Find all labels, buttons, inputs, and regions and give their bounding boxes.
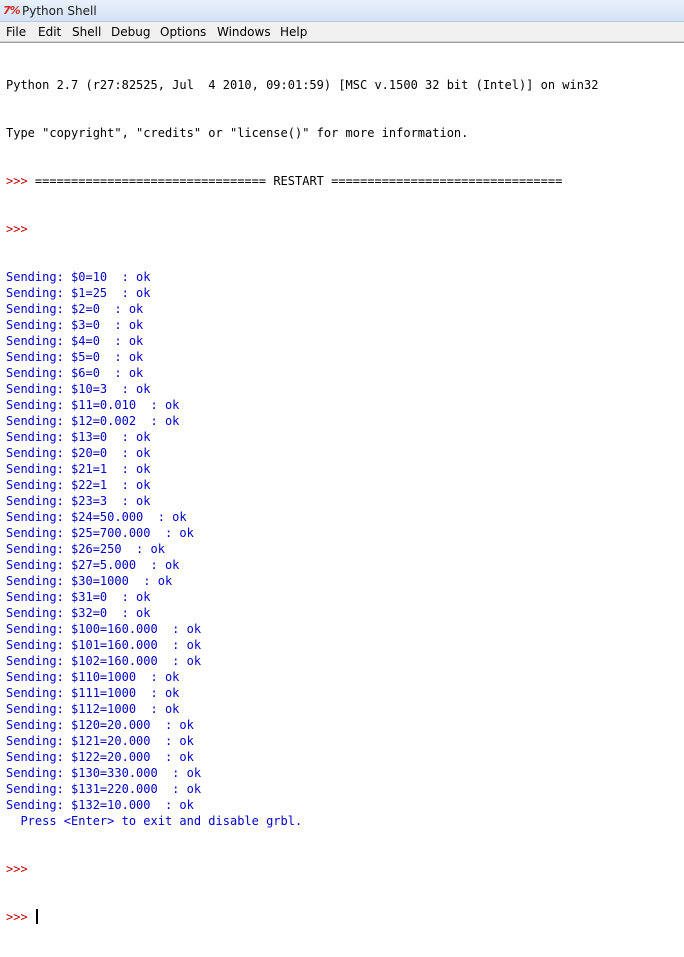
output-line: Sending: $11=0.010 : ok <box>6 398 180 412</box>
banner-line: Python 2.7 (r27:82525, Jul 4 2010, 09:01… <box>6 78 599 92</box>
output-line: Sending: $4=0 : ok <box>6 334 144 348</box>
output-line: Sending: $131=220.000 : ok <box>6 782 202 796</box>
shell-text-area[interactable]: Python 2.7 (r27:82525, Jul 4 2010, 09:01… <box>0 42 684 924</box>
shell-prompt: >>> <box>6 222 28 236</box>
output-line: Sending: $26=250 : ok <box>6 542 165 556</box>
text-cursor <box>35 909 38 924</box>
shell-prompt: >>> <box>6 910 28 924</box>
output-line: Sending: $23=3 : ok <box>6 494 151 508</box>
shell-prompt: >>> <box>6 862 28 876</box>
output-line: Sending: $132=10.000 : ok <box>6 798 194 812</box>
output-line: Sending: $22=1 : ok <box>6 478 151 492</box>
menu-file[interactable]: File <box>6 24 26 40</box>
banner-line: Type "copyright", "credits" or "license(… <box>6 126 469 140</box>
window-title: Python Shell <box>22 4 97 18</box>
python-idle-icon: 7% <box>3 4 21 17</box>
input-line[interactable]: >>> <box>6 909 598 925</box>
output-line: Sending: $100=160.000 : ok <box>6 622 202 636</box>
menu-help[interactable]: Help <box>280 24 307 40</box>
output-line: Sending: $102=160.000 : ok <box>6 654 202 668</box>
output-line: Sending: $24=50.000 : ok <box>6 510 187 524</box>
output-line: Sending: $130=330.000 : ok <box>6 766 202 780</box>
output-line: Sending: $122=20.000 : ok <box>6 750 194 764</box>
output-line: Sending: $112=1000 : ok <box>6 702 180 716</box>
output-line: Sending: $25=700.000 : ok <box>6 526 194 540</box>
output-line: Sending: $120=20.000 : ok <box>6 718 194 732</box>
menu-windows[interactable]: Windows <box>217 24 271 40</box>
menu-edit[interactable]: Edit <box>38 24 61 40</box>
output-line: Sending: $12=0.002 : ok <box>6 414 180 428</box>
restart-separator: ================================ RESTART… <box>27 174 563 188</box>
menu-bar: File Edit Shell Debug Options Windows He… <box>0 22 684 42</box>
output-line: Sending: $3=0 : ok <box>6 318 144 332</box>
menu-shell[interactable]: Shell <box>72 24 101 40</box>
shell-prompt: >>> <box>6 174 28 188</box>
output-block: Sending: $0=10 : ok Sending: $1=25 : ok Se… <box>6 269 598 829</box>
output-line: Sending: $6=0 : ok <box>6 366 144 380</box>
title-bar[interactable]: 7% Python Shell <box>0 0 684 22</box>
output-line: Sending: $32=0 : ok <box>6 606 151 620</box>
menu-debug[interactable]: Debug <box>111 24 150 40</box>
restart-line: >>> ================================ RES… <box>6 173 598 189</box>
shell-lines: Python 2.7 (r27:82525, Jul 4 2010, 09:01… <box>6 45 598 957</box>
output-line: Sending: $121=20.000 : ok <box>6 734 194 748</box>
output-line: Sending: $10=3 : ok <box>6 382 151 396</box>
output-line: Sending: $110=1000 : ok <box>6 670 180 684</box>
output-line: Sending: $5=0 : ok <box>6 350 144 364</box>
output-line: Sending: $27=5.000 : ok <box>6 558 180 572</box>
output-line: Sending: $20=0 : ok <box>6 446 151 460</box>
output-line: Sending: $0=10 : ok <box>6 270 151 284</box>
output-line: Sending: $2=0 : ok <box>6 302 144 316</box>
output-line: Sending: $101=160.000 : ok <box>6 638 202 652</box>
output-line: Sending: $1=25 : ok <box>6 286 151 300</box>
output-line: Sending: $30=1000 : ok <box>6 574 173 588</box>
output-line: Sending: $13=0 : ok <box>6 430 151 444</box>
output-line: Sending: $111=1000 : ok <box>6 686 180 700</box>
output-line: Sending: $31=0 : ok <box>6 590 151 604</box>
output-line: Sending: $21=1 : ok <box>6 462 151 476</box>
output-line: Press <Enter> to exit and disable grbl. <box>6 814 303 828</box>
menu-options[interactable]: Options <box>160 24 206 40</box>
